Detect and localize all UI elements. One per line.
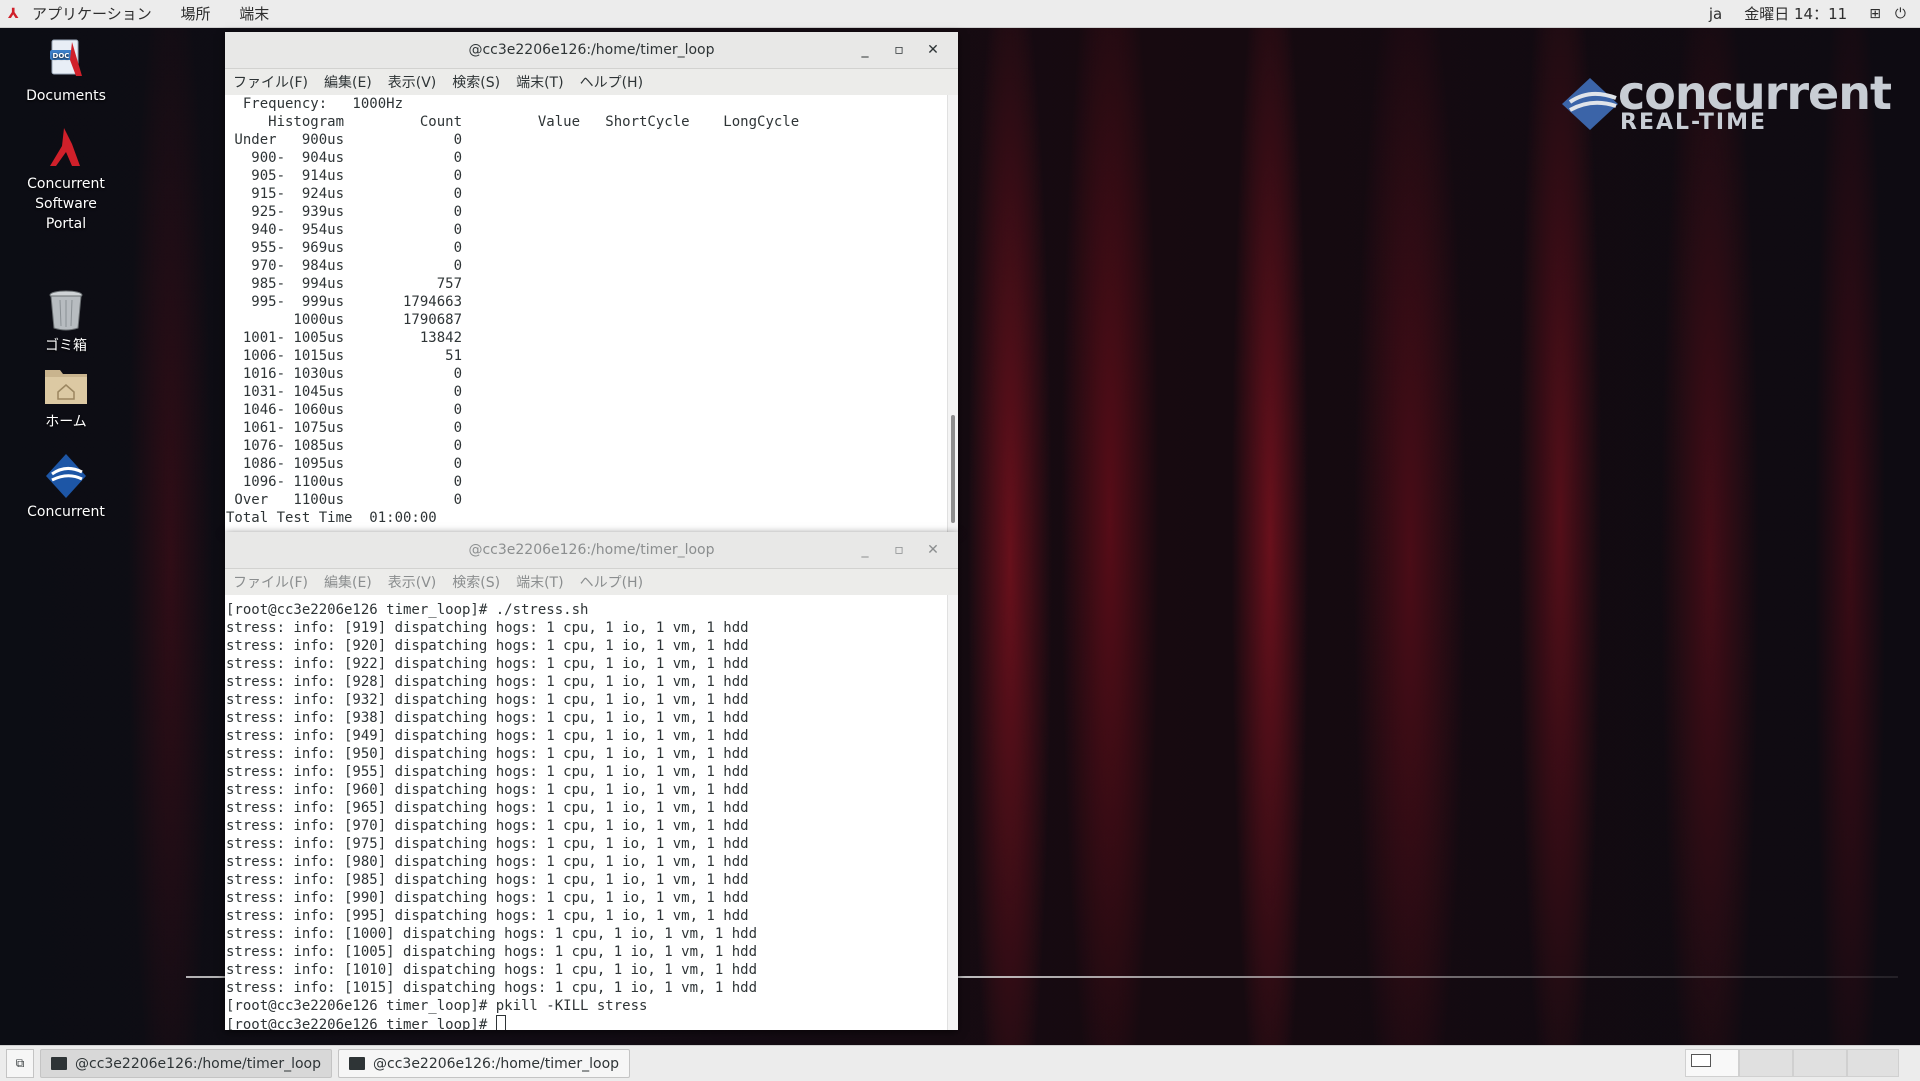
terminal-prompt-line[interactable]: [root@cc3e2206e126 timer_loop]# <box>225 1015 958 1030</box>
home-folder-icon <box>42 362 90 410</box>
terminal-icon <box>51 1057 67 1070</box>
terminal-output[interactable]: [root@cc3e2206e126 timer_loop]# ./stress… <box>225 595 958 1030</box>
desktop-decoration-line <box>958 976 1898 978</box>
menu-search[interactable]: 検索(S) <box>452 72 500 92</box>
concurrent-icon <box>42 124 90 172</box>
terminal-text: [root@cc3e2206e126 timer_loop]# ./stress… <box>226 602 758 1014</box>
menu-terminal[interactable]: 端末(T) <box>516 572 563 592</box>
maximize-icon[interactable]: ▫ <box>882 42 916 58</box>
workspace-3[interactable] <box>1793 1049 1847 1077</box>
menu-file[interactable]: ファイル(F) <box>233 72 308 92</box>
document-icon: DOC <box>42 36 90 84</box>
terminal-app-menu[interactable]: 端末 <box>239 5 269 23</box>
terminal-menubar: ファイル(F) 編集(E) 表示(V) 検索(S) 端末(T) ヘルプ(H) <box>225 69 958 95</box>
scrollbar[interactable] <box>947 95 958 532</box>
svg-text:DOC: DOC <box>53 52 70 60</box>
menu-edit[interactable]: 編集(E) <box>324 72 372 92</box>
close-icon[interactable]: ✕ <box>916 542 950 558</box>
workspace-1[interactable] <box>1685 1049 1739 1077</box>
terminal-menubar: ファイル(F) 編集(E) 表示(V) 検索(S) 端末(T) ヘルプ(H) <box>225 569 958 595</box>
terminal-icon <box>349 1057 366 1070</box>
menu-file[interactable]: ファイル(F) <box>233 572 308 592</box>
desktop-icon-label: Documents <box>26 88 106 104</box>
top-menu: アプリケーション 場所 端末 <box>32 3 293 24</box>
trash-icon <box>42 286 90 334</box>
terminal-text: Frequency: 1000Hz Histogram Count Value … <box>226 96 800 526</box>
menu-terminal[interactable]: 端末(T) <box>516 72 563 92</box>
desktop-icon-concurrent-software-portal[interactable]: Concurrent Software Portal <box>6 124 126 234</box>
desktop-icon-documents[interactable]: DOC Documents <box>6 36 126 106</box>
maximize-icon[interactable]: ▫ <box>882 542 916 558</box>
concurrent-realtime-logo: concurrent REAL-TIME <box>1560 66 1892 136</box>
workspace-4[interactable] <box>1847 1049 1899 1077</box>
logo-tagline: REAL-TIME <box>1620 110 1768 135</box>
shell-prompt: [root@cc3e2206e126 timer_loop]# <box>226 1017 496 1030</box>
concurrent-swoosh-icon <box>42 452 90 500</box>
workspace-2[interactable] <box>1739 1049 1793 1077</box>
minimize-icon[interactable]: _ <box>848 42 882 58</box>
text-cursor <box>495 1015 506 1030</box>
concurrent-logo-icon: ⅄ <box>8 5 19 22</box>
close-icon[interactable]: ✕ <box>916 42 950 58</box>
window-titlebar[interactable]: @cc3e2206e126:/home/timer_loop _ ▫ ✕ <box>225 532 958 569</box>
desktop-icon-label: ゴミ箱 <box>45 338 87 354</box>
window-title: @cc3e2206e126:/home/timer_loop <box>468 42 715 58</box>
terminal-output[interactable]: Frequency: 1000Hz Histogram Count Value … <box>225 95 958 532</box>
applications-menu[interactable]: アプリケーション <box>32 5 152 23</box>
minimize-icon[interactable]: _ <box>848 542 882 558</box>
menu-search[interactable]: 検索(S) <box>452 572 500 592</box>
desktop-icon-label: Concurrent Software Portal <box>27 176 105 232</box>
window-titlebar[interactable]: @cc3e2206e126:/home/timer_loop _ ▫ ✕ <box>225 32 958 69</box>
menu-help[interactable]: ヘルプ(H) <box>580 72 643 92</box>
top-panel: ⅄ アプリケーション 場所 端末 ja 金曜日 14：11 ⊞ ⏻ <box>0 0 1920 28</box>
menu-view[interactable]: 表示(V) <box>388 72 437 92</box>
bottom-panel: ⧉ @cc3e2206e126:/home/timer_loop @cc3e22… <box>0 1045 1920 1081</box>
scrollbar-thumb[interactable] <box>951 415 955 523</box>
scrollbar[interactable] <box>947 595 958 1030</box>
terminal-window-stress[interactable]: @cc3e2206e126:/home/timer_loop _ ▫ ✕ ファイ… <box>225 532 958 1030</box>
power-icon[interactable]: ⏻ <box>1895 6 1906 22</box>
taskbar-item-label: @cc3e2206e126:/home/timer_loop <box>373 1055 620 1072</box>
desktop-icon-concurrent[interactable]: Concurrent <box>6 452 126 522</box>
desktop-icon-home[interactable]: ホーム <box>6 362 126 432</box>
desktop-icon-trash[interactable]: ゴミ箱 <box>6 286 126 356</box>
window-title: @cc3e2206e126:/home/timer_loop <box>468 542 715 558</box>
input-language-indicator[interactable]: ja <box>1709 5 1722 23</box>
places-menu[interactable]: 場所 <box>180 5 210 23</box>
taskbar-item-terminal-2[interactable]: @cc3e2206e126:/home/timer_loop <box>338 1049 631 1078</box>
desktop-icon-label: ホーム <box>45 414 87 430</box>
workspace-window-thumb <box>1691 1054 1711 1067</box>
desktop-decoration-line <box>186 976 226 978</box>
menu-help[interactable]: ヘルプ(H) <box>580 572 643 592</box>
show-desktop-icon[interactable]: ⧉ <box>6 1049 34 1078</box>
taskbar-item-terminal-1[interactable]: @cc3e2206e126:/home/timer_loop <box>40 1049 333 1078</box>
menu-view[interactable]: 表示(V) <box>388 572 437 592</box>
network-icon[interactable]: ⊞ <box>1869 6 1881 22</box>
desktop-icon-label: Concurrent <box>27 504 105 520</box>
taskbar-item-label: @cc3e2206e126:/home/timer_loop <box>75 1055 322 1072</box>
clock[interactable]: 金曜日 14：11 <box>1744 3 1847 24</box>
menu-edit[interactable]: 編集(E) <box>324 572 372 592</box>
terminal-window-histogram[interactable]: @cc3e2206e126:/home/timer_loop _ ▫ ✕ ファイ… <box>225 32 958 532</box>
concurrent-logo-mark-icon <box>1562 78 1618 130</box>
